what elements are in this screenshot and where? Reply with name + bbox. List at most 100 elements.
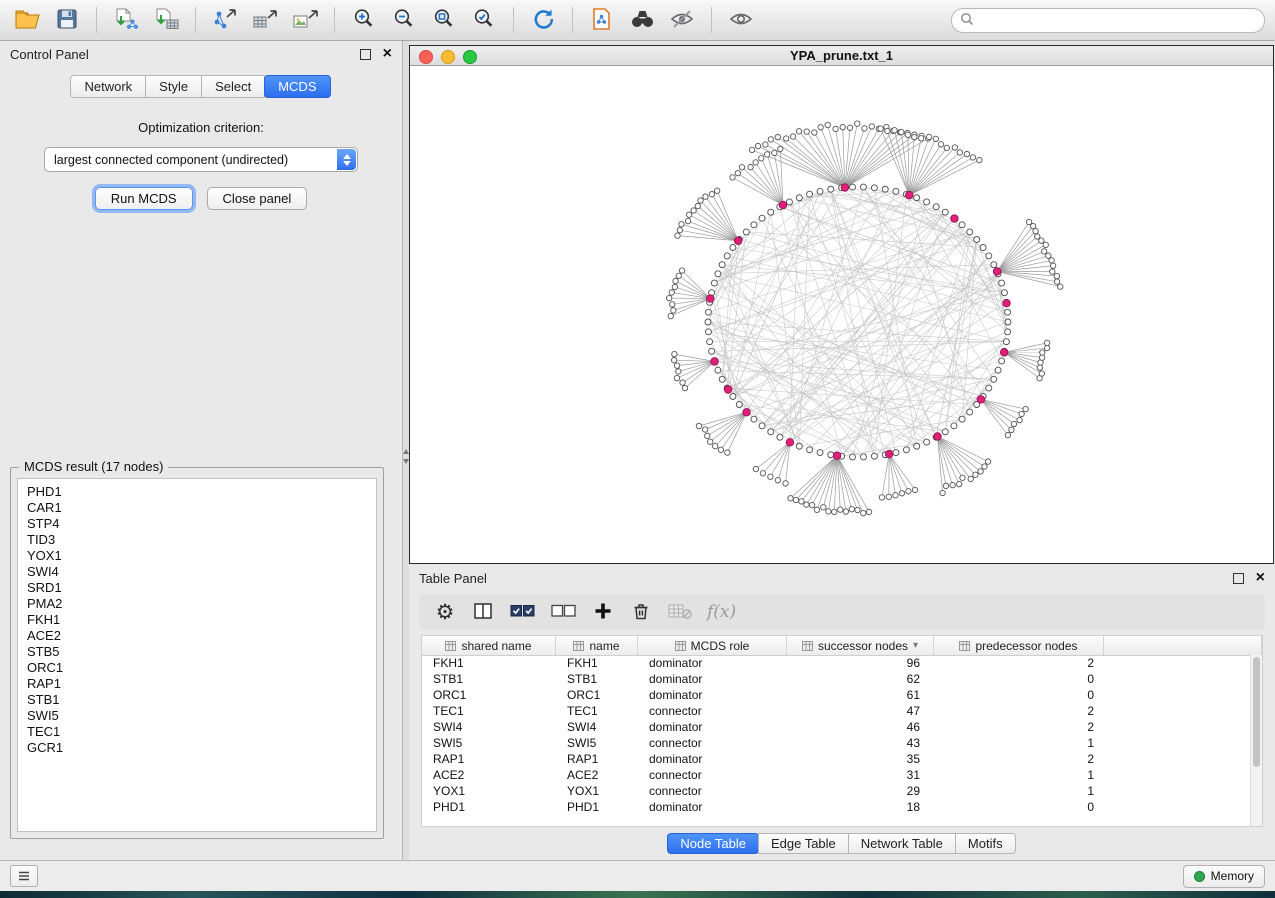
close-panel-button[interactable]: Close panel: [207, 187, 308, 210]
mcds-result-item[interactable]: TEC1: [27, 724, 367, 740]
search-box[interactable]: [951, 8, 1265, 33]
toolbar-button-search-network[interactable]: [625, 5, 659, 35]
toolbar-button-open-session[interactable]: [10, 5, 44, 35]
column-label: shared name: [461, 639, 531, 653]
optimization-criterion-select[interactable]: largest connected component (undirected): [44, 147, 358, 172]
table-toolbar-select-all[interactable]: [509, 599, 536, 625]
mcds-result-item[interactable]: STB1: [27, 692, 367, 708]
new-row-icon: [593, 601, 613, 624]
toolbar-button-zoom-out[interactable]: [387, 5, 421, 35]
toolbar-button-import-table-from-file[interactable]: [149, 5, 183, 35]
table-row[interactable]: YOX1YOX1connector291: [422, 783, 1251, 799]
toolbar-button-zoom-fit[interactable]: [427, 5, 461, 35]
delete-table-icon: [667, 601, 693, 624]
tab-edge-table[interactable]: Edge Table: [758, 833, 849, 854]
toolbar-button-save-session[interactable]: [50, 5, 84, 35]
toolbar-button-export-table[interactable]: [248, 5, 282, 35]
column-header-successor-nodes[interactable]: successor nodes▾: [787, 636, 934, 655]
close-table-panel-icon[interactable]: ×: [1256, 570, 1265, 586]
mcds-result-item[interactable]: ORC1: [27, 660, 367, 676]
table-toolbar-delete-row[interactable]: [629, 599, 653, 625]
search-input[interactable]: [979, 12, 1256, 28]
mcds-result-item[interactable]: SWI4: [27, 564, 367, 580]
table-row[interactable]: TEC1TEC1connector472: [422, 703, 1251, 719]
toolbar-button-apply-layout[interactable]: [526, 5, 560, 35]
table-scrollbar[interactable]: [1250, 655, 1262, 826]
column-header-MCDS-role[interactable]: MCDS role: [638, 636, 787, 655]
column-header-name[interactable]: name: [556, 636, 638, 655]
toolbar-button-show-hide-annotations[interactable]: [724, 5, 758, 35]
mcds-result-title: MCDS result (17 nodes): [19, 459, 168, 474]
network-window-titlebar[interactable]: YPA_prune.txt_1: [410, 46, 1273, 66]
table-toolbar-column-gear[interactable]: ⚙: [433, 599, 457, 625]
window-traffic-lights: [419, 50, 477, 64]
window-minimize-icon[interactable]: [441, 50, 455, 64]
network-view-window[interactable]: YPA_prune.txt_1: [409, 45, 1274, 564]
search-network-icon: [629, 7, 656, 34]
column-header-predecessor-nodes[interactable]: predecessor nodes: [934, 636, 1104, 655]
table-toolbar-delete-table[interactable]: [667, 599, 693, 625]
table-cell: dominator: [638, 720, 787, 734]
run-mcds-button[interactable]: Run MCDS: [95, 187, 193, 210]
show-columns-icon: [472, 601, 494, 624]
table-row[interactable]: ACE2ACE2connector311: [422, 767, 1251, 783]
tab-select[interactable]: Select: [201, 75, 265, 98]
mcds-result-item[interactable]: SWI5: [27, 708, 367, 724]
mcds-result-item[interactable]: CAR1: [27, 500, 367, 516]
table-cell: 43: [787, 736, 934, 750]
toolbar-separator: [513, 7, 514, 33]
table-row[interactable]: PHD1PHD1dominator180: [422, 799, 1251, 815]
mcds-result-item[interactable]: GCR1: [27, 740, 367, 756]
toolbar-button-show-hide-graphic-details[interactable]: [665, 5, 699, 35]
toolbar-button-zoom-in[interactable]: [347, 5, 381, 35]
table-row[interactable]: ORC1ORC1dominator610: [422, 687, 1251, 703]
tab-motifs[interactable]: Motifs: [955, 833, 1016, 854]
mcds-result-list[interactable]: PHD1CAR1STP4TID3YOX1SWI4SRD1PMA2FKH1ACE2…: [17, 478, 377, 832]
mcds-result-item[interactable]: PHD1: [27, 484, 367, 500]
toolbar-button-export-image[interactable]: [288, 5, 322, 35]
tab-style[interactable]: Style: [145, 75, 202, 98]
mcds-result-item[interactable]: STB5: [27, 644, 367, 660]
column-attribute-icon: [573, 641, 584, 651]
table-toolbar-function-builder[interactable]: f(x): [707, 599, 736, 625]
mcds-result-item[interactable]: SRD1: [27, 580, 367, 596]
table-row[interactable]: SWI4SWI4dominator462: [422, 719, 1251, 735]
toolbar-button-export-network[interactable]: [208, 5, 242, 35]
table-toolbar-show-columns[interactable]: [471, 599, 495, 625]
mcds-result-item[interactable]: TID3: [27, 532, 367, 548]
float-table-panel-icon[interactable]: [1233, 573, 1244, 584]
table-cell: dominator: [638, 656, 787, 670]
toolbar-button-share-network-document[interactable]: [585, 5, 619, 35]
scrollbar-thumb[interactable]: [1253, 657, 1260, 767]
table-row[interactable]: FKH1FKH1dominator962: [422, 655, 1251, 671]
network-canvas[interactable]: [410, 66, 1274, 562]
float-panel-icon[interactable]: [360, 49, 371, 60]
mcds-result-item[interactable]: YOX1: [27, 548, 367, 564]
table-cell: SWI4: [556, 720, 638, 734]
mcds-result-item[interactable]: RAP1: [27, 676, 367, 692]
table-row[interactable]: SWI5SWI5connector431: [422, 735, 1251, 751]
column-header-shared-name[interactable]: shared name: [422, 636, 556, 655]
mcds-result-item[interactable]: FKH1: [27, 612, 367, 628]
close-panel-icon[interactable]: ×: [383, 46, 392, 62]
tab-mcds[interactable]: MCDS: [264, 75, 330, 98]
tab-node-table[interactable]: Node Table: [667, 833, 759, 854]
panel-menu-button[interactable]: [10, 865, 38, 887]
window-zoom-icon[interactable]: [463, 50, 477, 64]
table-row[interactable]: STB1STB1dominator620: [422, 671, 1251, 687]
window-close-icon[interactable]: [419, 50, 433, 64]
table-row[interactable]: RAP1RAP1dominator352: [422, 751, 1251, 767]
toolbar-button-import-network-from-file[interactable]: [109, 5, 143, 35]
mcds-result-item[interactable]: STP4: [27, 516, 367, 532]
dropdown-stepper-icon[interactable]: [337, 149, 356, 170]
table-cell: FKH1: [422, 656, 556, 670]
mcds-result-item[interactable]: ACE2: [27, 628, 367, 644]
mcds-result-item[interactable]: PMA2: [27, 596, 367, 612]
tab-network-table[interactable]: Network Table: [848, 833, 956, 854]
table-cell: RAP1: [556, 752, 638, 766]
memory-button[interactable]: Memory: [1183, 865, 1265, 888]
table-toolbar-new-row[interactable]: [591, 599, 615, 625]
toolbar-button-zoom-selected[interactable]: [467, 5, 501, 35]
table-toolbar-unselect-all[interactable]: [550, 599, 577, 625]
tab-network[interactable]: Network: [70, 75, 146, 98]
